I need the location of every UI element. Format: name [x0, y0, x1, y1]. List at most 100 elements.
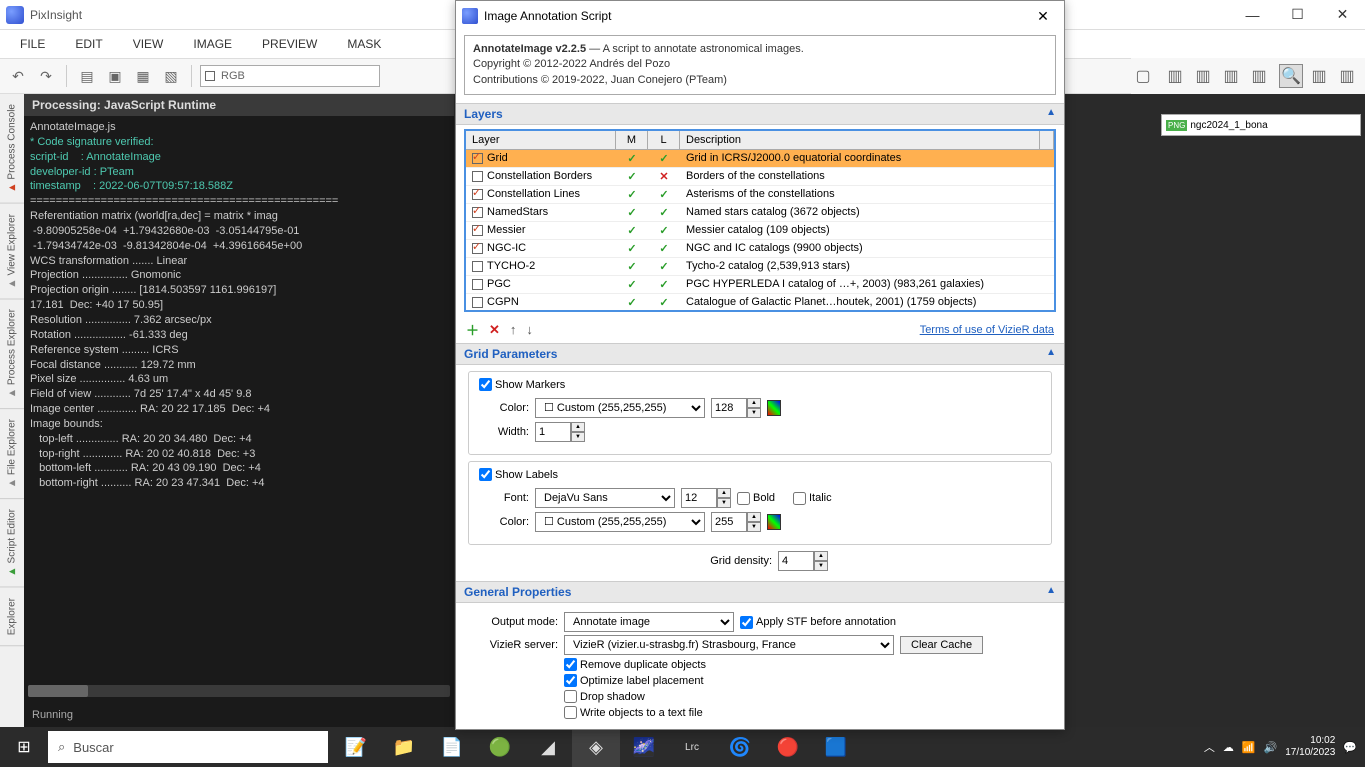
menu-view[interactable]: VIEW — [133, 37, 164, 51]
show-labels-checkbox[interactable] — [479, 468, 492, 481]
marker-alpha-spinner[interactable]: ▲▼ — [711, 398, 761, 418]
font-size-spinner[interactable]: ▲▼ — [681, 488, 731, 508]
rtool-zoom[interactable]: 🔍 — [1279, 64, 1303, 88]
width-spinner[interactable]: ▲▼ — [535, 422, 585, 442]
taskbar-app-pixinsight[interactable]: ◈ — [572, 727, 620, 767]
italic-checkbox[interactable] — [793, 492, 806, 505]
taskbar-app-explorer[interactable]: 📁 — [380, 727, 428, 767]
image-thumbnail[interactable]: PNG ngc2024_1_bona — [1161, 114, 1361, 136]
apply-stf-checkbox[interactable] — [740, 616, 753, 629]
rtool-7[interactable]: ▥ — [1307, 64, 1331, 88]
layers-section-header[interactable]: Layers▲ — [456, 103, 1064, 125]
label-color-swatch[interactable] — [767, 514, 781, 530]
taskbar-app-5[interactable]: ◢ — [524, 727, 572, 767]
tray-wifi-icon[interactable]: 📶 — [1242, 741, 1256, 754]
font-select[interactable]: DejaVu Sans — [535, 488, 675, 508]
taskbar-app-chrome[interactable]: 🔴 — [764, 727, 812, 767]
taskbar-app-9[interactable]: 🌀 — [716, 727, 764, 767]
col-layer: Layer — [466, 131, 616, 149]
bold-checkbox[interactable] — [737, 492, 750, 505]
tab-process-explorer[interactable]: ▶Process Explorer — [0, 299, 24, 409]
rtool-5[interactable]: ▥ — [1247, 64, 1271, 88]
remove-dup-checkbox[interactable] — [564, 658, 577, 671]
console-status: Running — [32, 709, 73, 721]
optimize-label-checkbox[interactable] — [564, 674, 577, 687]
dialog-close-button[interactable]: ✕ — [1028, 8, 1058, 25]
show-markers-checkbox[interactable] — [479, 378, 492, 391]
vizier-server-select[interactable]: VizieR (vizier.u-strasbg.fr) Strasbourg,… — [564, 635, 894, 655]
taskbar-app-11[interactable]: 🟦 — [812, 727, 860, 767]
move-down-button[interactable]: ↓ — [526, 322, 533, 337]
grid-params-header[interactable]: Grid Parameters▲ — [456, 343, 1064, 365]
move-up-button[interactable]: ↑ — [510, 322, 517, 337]
taskbar-search[interactable]: ⌕ Buscar — [48, 731, 328, 763]
tray-clock[interactable]: 10:02 17/10/2023 — [1285, 735, 1335, 759]
tab-process-console[interactable]: ▶Process Console — [0, 94, 24, 204]
label-alpha-spinner[interactable]: ▲▼ — [711, 512, 761, 532]
vizier-terms-link[interactable]: Terms of use of VizieR data — [920, 324, 1054, 336]
redo-button[interactable]: ↷ — [34, 64, 58, 88]
menu-file[interactable]: FILE — [20, 37, 45, 51]
rtool-2[interactable]: ▥ — [1163, 64, 1187, 88]
clear-cache-button[interactable]: Clear Cache — [900, 636, 983, 654]
density-spinner[interactable]: ▲▼ — [778, 551, 828, 571]
tray-sound-icon[interactable]: 🔊 — [1264, 741, 1278, 754]
add-layer-button[interactable]: ＋ — [466, 320, 479, 339]
tray-cloud-icon[interactable]: ☁ — [1223, 741, 1234, 754]
menu-preview[interactable]: PREVIEW — [262, 37, 317, 51]
tray-notifications-icon[interactable]: 💬 — [1343, 741, 1357, 754]
channel-combo[interactable]: RGB — [200, 65, 380, 87]
rtool-4[interactable]: ▥ — [1219, 64, 1243, 88]
tab-script-editor[interactable]: ▶Script Editor — [0, 499, 24, 587]
rtool-1[interactable]: ▢ — [1131, 64, 1155, 88]
menu-edit[interactable]: EDIT — [75, 37, 102, 51]
output-mode-select[interactable]: Annotate image — [564, 612, 734, 632]
tab-view-explorer[interactable]: ▶View Explorer — [0, 204, 24, 300]
taskbar-app-1[interactable]: 📝 — [332, 727, 380, 767]
menu-mask[interactable]: MASK — [347, 37, 381, 51]
rtool-3[interactable]: ▥ — [1191, 64, 1215, 88]
col-m: M — [616, 131, 648, 149]
general-props-header[interactable]: General Properties▲ — [456, 581, 1064, 603]
marker-color-swatch[interactable] — [767, 400, 781, 416]
col-desc: Description — [680, 131, 1040, 149]
drop-shadow-checkbox[interactable] — [564, 690, 577, 703]
layer-row[interactable]: PGC✓✓PGC HYPERLEDA I catalog of …+, 2003… — [466, 276, 1054, 294]
taskbar-app-4[interactable]: 🟢 — [476, 727, 524, 767]
minimize-button[interactable]: ― — [1230, 0, 1275, 30]
layer-row[interactable]: Constellation Lines✓✓Asterisms of the co… — [466, 186, 1054, 204]
layer-row[interactable]: Constellation Borders✓✕Borders of the co… — [466, 168, 1054, 186]
layer-row[interactable]: CGPN✓✓Catalogue of Galactic Planet…houte… — [466, 294, 1054, 310]
save-button[interactable]: ▤ — [75, 64, 99, 88]
console-scrollbar[interactable] — [28, 685, 450, 697]
layer-row[interactable]: NamedStars✓✓Named stars catalog (3672 ob… — [466, 204, 1054, 222]
close-button[interactable]: ✕ — [1320, 0, 1365, 30]
taskbar-app-lrc[interactable]: Lrc — [668, 727, 716, 767]
col-l: L — [648, 131, 680, 149]
maximize-button[interactable]: ☐ — [1275, 0, 1320, 30]
search-icon: ⌕ — [58, 739, 65, 755]
rtool-8[interactable]: ▥ — [1335, 64, 1359, 88]
taskbar-app-3[interactable]: 📄 — [428, 727, 476, 767]
label-color-select[interactable]: ☐ Custom (255,255,255) — [535, 512, 705, 532]
console-output: AnnotateImage.js* Code signature verifie… — [24, 116, 454, 495]
tool-button[interactable]: ▧ — [159, 64, 183, 88]
layer-row[interactable]: TYCHO-2✓✓Tycho-2 catalog (2,539,913 star… — [466, 258, 1054, 276]
write-text-checkbox[interactable] — [564, 706, 577, 719]
start-button[interactable]: ⊞ — [0, 727, 48, 767]
undo-button[interactable]: ↶ — [6, 64, 30, 88]
tray-chevron-icon[interactable]: ︿ — [1204, 739, 1215, 755]
paste-button[interactable]: ▦ — [131, 64, 155, 88]
tab-file-explorer[interactable]: ▶File Explorer — [0, 409, 24, 499]
marker-color-select[interactable]: ☐ Custom (255,255,255) — [535, 398, 705, 418]
remove-layer-button[interactable]: ✕ — [489, 322, 500, 338]
layer-row[interactable]: NGC-IC✓✓NGC and IC catalogs (9900 object… — [466, 240, 1054, 258]
layer-row[interactable]: Grid✓✓Grid in ICRS/J2000.0 equatorial co… — [466, 150, 1054, 168]
menu-image[interactable]: IMAGE — [193, 37, 232, 51]
copy-button[interactable]: ▣ — [103, 64, 127, 88]
process-console: Processing: JavaScript Runtime AnnotateI… — [24, 94, 454, 727]
png-badge-icon: PNG — [1166, 120, 1187, 131]
layer-row[interactable]: Messier✓✓Messier catalog (109 objects) — [466, 222, 1054, 240]
tab-explorer[interactable]: Explorer — [0, 588, 24, 646]
taskbar-app-7[interactable]: 🌌 — [620, 727, 668, 767]
